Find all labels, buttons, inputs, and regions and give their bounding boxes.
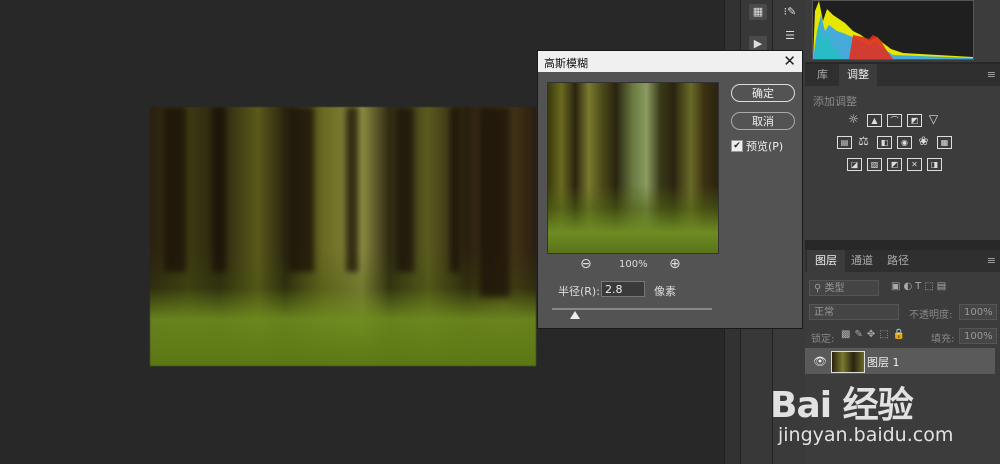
baidu-watermark: Bai 经验 jingyan.baidu.com <box>770 376 1000 464</box>
opacity-label: 不透明度: <box>909 310 953 321</box>
preview-label[interactable]: 预览(P) <box>746 138 783 154</box>
filter-icons[interactable]: ▣◐T⬚▤ <box>891 281 949 292</box>
panel-menu-icon[interactable]: ≡ <box>987 68 996 81</box>
selective-color-icon[interactable]: ✕ <box>907 158 922 171</box>
vibrance-icon[interactable]: ▽ <box>927 113 940 125</box>
eye-icon[interactable]: 👁 <box>813 355 827 368</box>
exposure-icon[interactable]: ◩ <box>907 114 922 127</box>
zoom-in-icon[interactable]: ⊕ <box>669 257 683 271</box>
blur-preview[interactable] <box>547 82 719 254</box>
invert-icon[interactable]: ◪ <box>847 158 862 171</box>
tab-channels[interactable]: 通道 <box>843 250 881 272</box>
cancel-button[interactable]: 取消 <box>731 112 795 130</box>
lock-icons[interactable]: ▩✎✥⬚🔒 <box>841 329 909 340</box>
tab-layers[interactable]: 图层 <box>807 250 845 272</box>
dialog-titlebar[interactable]: 高斯模糊 ✕ <box>538 51 802 72</box>
zoom-out-icon[interactable]: ⊖ <box>580 257 594 271</box>
radius-input[interactable]: 2.8 <box>601 281 645 297</box>
fill-label: 填充: <box>931 334 955 345</box>
gaussian-blur-dialog: 高斯模糊 ✕ 确定 取消 ✔ 预览(P) ⊖ 100% ⊕ 半径(R): 2.8… <box>537 50 803 329</box>
adjustments-panel: 库 调整 ≡ 添加调整 ☼ ▲ ⌒ ◩ ▽ ▤ ⚖ ◧ ◉ ❀ ▦ ◪ ▨ ◩ … <box>805 64 1000 240</box>
canvas-image[interactable] <box>150 107 536 366</box>
levels-icon[interactable]: ▲ <box>867 114 882 127</box>
zoom-level: 100% <box>619 259 648 270</box>
swatch-icon[interactable]: ▦ <box>749 4 767 20</box>
tab-paths[interactable]: 路径 <box>879 250 917 272</box>
properties-icon[interactable]: ☰ <box>781 28 799 44</box>
brightness-icon[interactable]: ☼ <box>847 113 860 125</box>
ok-button[interactable]: 确定 <box>731 84 795 102</box>
color-balance-icon[interactable]: ⚖ <box>857 135 870 147</box>
radius-slider-thumb[interactable] <box>570 311 580 319</box>
close-icon[interactable]: ✕ <box>783 52 796 70</box>
radius-label: 半径(R): <box>558 285 600 298</box>
adjustments-subtitle: 添加调整 <box>813 95 857 108</box>
channel-mixer-icon[interactable]: ❀ <box>917 135 930 147</box>
watermark-url: jingyan.baidu.com <box>778 424 954 446</box>
watermark-brand: Bai 经验 <box>770 385 914 426</box>
hue-saturation-icon[interactable]: ▤ <box>837 136 852 149</box>
posterize-icon[interactable]: ▨ <box>867 158 882 171</box>
search-icon: ⚲ <box>814 283 825 294</box>
dialog-title: 高斯模糊 <box>544 57 588 70</box>
histogram-graph <box>812 0 974 60</box>
panel-menu-icon[interactable]: ≡ <box>987 254 996 267</box>
black-white-icon[interactable]: ◧ <box>877 136 892 149</box>
fill-field[interactable]: 100% <box>959 328 997 344</box>
tab-library[interactable]: 库 <box>809 64 836 86</box>
brush-settings-icon[interactable]: ⁝✎ <box>781 4 799 20</box>
curves-icon[interactable]: ⌒ <box>887 114 902 127</box>
threshold-icon[interactable]: ◩ <box>887 158 902 171</box>
lock-label: 锁定: <box>811 334 835 345</box>
opacity-field[interactable]: 100% <box>959 304 997 320</box>
tab-adjustments[interactable]: 调整 <box>839 64 877 86</box>
filter-label: 类型 <box>824 283 845 294</box>
blend-mode-select[interactable]: 正常 <box>809 304 899 320</box>
color-lookup-icon[interactable]: ▦ <box>937 136 952 149</box>
radius-unit: 像素 <box>654 285 676 298</box>
layer-name[interactable]: 图层 1 <box>867 354 900 370</box>
preview-checkbox[interactable]: ✔ <box>731 140 743 152</box>
layer-thumbnail <box>831 351 865 373</box>
photo-filter-icon[interactable]: ◉ <box>897 136 912 149</box>
layer-filter-select[interactable]: ⚲ 类型 <box>809 280 879 296</box>
layer-row[interactable]: 👁 图层 1 <box>805 348 995 374</box>
gradient-map-icon[interactable]: ◨ <box>927 158 942 171</box>
radius-slider-track[interactable] <box>552 308 712 310</box>
